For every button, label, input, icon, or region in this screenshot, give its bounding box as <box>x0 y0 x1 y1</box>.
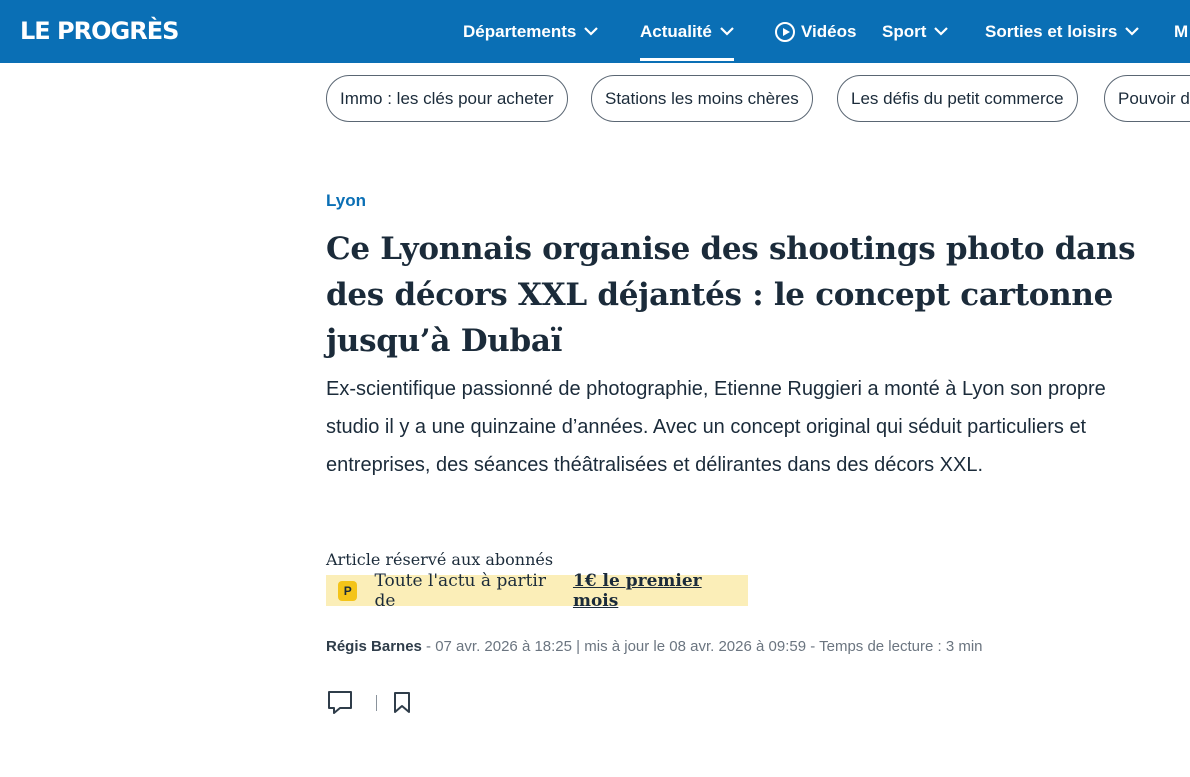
nav-more[interactable]: M <box>1174 0 1188 63</box>
site-logo[interactable]: LE PROGRÈS <box>20 17 179 45</box>
article-actions <box>326 690 412 716</box>
reading-time: - Temps de lecture : 3 min <box>810 638 983 655</box>
chevron-down-icon <box>1125 27 1140 36</box>
chevron-down-icon <box>934 27 949 36</box>
updated-date: | mis à jour le 08 avr. 2026 à 09:59 <box>576 638 807 655</box>
chip-pouvoir[interactable]: Pouvoir d <box>1104 75 1190 122</box>
nav-departements[interactable]: Départements <box>463 0 599 63</box>
bookmark-button[interactable] <box>392 691 412 715</box>
premium-badge-icon: P <box>338 580 358 601</box>
article-title: Ce Lyonnais organise des shootings photo… <box>326 231 1136 359</box>
published-date: - 07 avr. 2026 à 18:25 <box>426 638 572 655</box>
subscriber-note: Article réservé aux abonnés <box>326 550 554 569</box>
offer-link[interactable]: 1€ le premier mois <box>573 571 748 611</box>
nav-actualite[interactable]: Actualité <box>640 0 734 63</box>
article-meta: Régis Barnes - 07 avr. 2026 à 18:25 | mi… <box>326 638 983 655</box>
article-lead: Ex-scientifique passionné de photographi… <box>326 378 1106 476</box>
nav-sorties-loisirs[interactable]: Sorties et loisirs <box>985 0 1140 63</box>
author-name[interactable]: Régis Barnes <box>326 638 422 655</box>
comment-icon <box>328 691 352 714</box>
chip-immo[interactable]: Immo : les clés pour acheter <box>326 75 568 122</box>
subscription-offer-banner[interactable]: P Toute l'actu à partir de 1€ le premier… <box>326 571 748 611</box>
nav-videos-label: Vidéos <box>801 21 857 41</box>
chevron-down-icon <box>720 27 734 36</box>
chip-petit-commerce[interactable]: Les défis du petit commerce <box>837 75 1078 122</box>
play-circle-icon <box>775 21 795 42</box>
nav-actualite-label: Actualité <box>640 21 712 41</box>
chevron-down-icon <box>584 27 599 36</box>
bookmark-icon <box>394 692 410 713</box>
comment-button[interactable] <box>326 690 354 716</box>
offer-text: Toute l'actu à partir de <box>374 570 546 611</box>
nav-sport[interactable]: Sport <box>882 0 949 63</box>
top-navigation-bar: LE PROGRÈS Départements Actualité Vidéos… <box>0 0 1190 63</box>
topic-chips: Immo : les clés pour acheter Stations le… <box>326 75 1190 123</box>
nav-videos[interactable]: Vidéos <box>775 0 856 63</box>
chip-stations[interactable]: Stations les moins chères <box>591 75 813 122</box>
nav-sport-label: Sport <box>882 21 927 41</box>
article-kicker[interactable]: Lyon <box>326 191 366 211</box>
nav-more-label: M <box>1174 21 1189 41</box>
action-separator <box>376 695 377 711</box>
nav-sorties-loisirs-label: Sorties et loisirs <box>985 21 1118 41</box>
nav-departements-label: Départements <box>463 21 577 41</box>
